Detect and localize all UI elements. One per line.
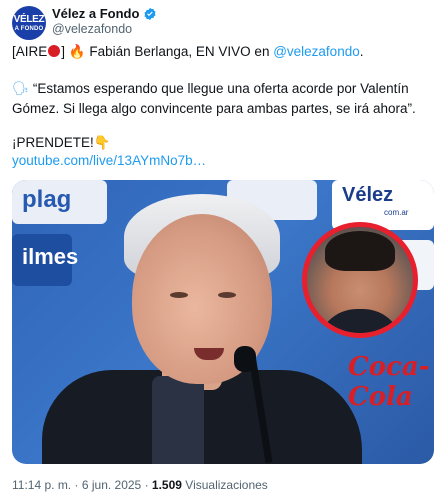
mention-link[interactable]: @velezafondo — [273, 44, 360, 59]
tweet-meta: 11:14 p. m. · 6 jun. 2025 · 1.509 Visual… — [12, 478, 268, 492]
pointing-hand-icon: 👇 — [93, 135, 111, 150]
tweet-time[interactable]: 11:14 p. m. — [12, 478, 71, 492]
views-label: Visualizaciones — [185, 478, 268, 492]
speaker-eye — [218, 292, 236, 298]
inset-player-hair — [325, 231, 395, 271]
aire-bracket: ] — [61, 44, 69, 59]
author-handle[interactable]: @velezafondo — [52, 22, 132, 36]
player-inset-photo — [302, 222, 418, 338]
meta-separator: · — [74, 478, 79, 492]
verified-badge-icon — [144, 7, 156, 20]
club-wordmark: Vélez — [342, 184, 394, 206]
tweet-quote: 🗣 “Estamos esperando que llegue una ofer… — [12, 79, 432, 119]
tweet-media-image[interactable]: plag ilmes Vélez com.ar Coca-Cola — [12, 180, 434, 464]
microphone-icon — [234, 346, 256, 372]
sponsor-text: plag — [22, 186, 72, 213]
author-display-name[interactable]: Vélez a Fondo — [52, 6, 139, 21]
tweet-cta: ¡PRENDETE!👇 — [12, 133, 432, 153]
avatar[interactable]: VÉLEZ A FONDO — [12, 6, 46, 40]
headline-text: Fabián Berlanga, EN VIVO en — [85, 44, 274, 59]
speaker-shirt — [152, 376, 204, 464]
tweet-card[interactable]: VÉLEZ A FONDO Vélez a Fondo @velezafondo… — [0, 0, 442, 500]
views-count: 1.509 — [151, 478, 182, 492]
aire-prefix: [AIRE — [12, 44, 48, 59]
speaking-head-icon: 🗣 — [12, 81, 30, 96]
quote-text: “Estamos esperando que llegue una oferta… — [12, 81, 416, 116]
sponsor-logo: Coca-Cola — [348, 352, 430, 412]
red-circle-icon — [48, 45, 61, 57]
club-domain: com.ar — [384, 208, 409, 217]
speaker-eye — [170, 292, 188, 298]
tweet-date[interactable]: 6 jun. 2025 — [82, 478, 141, 492]
meta-separator: · — [144, 478, 149, 492]
fire-icon: 🔥 — [68, 44, 86, 59]
avatar-text-line1: VÉLEZ — [13, 13, 45, 25]
cta-text: ¡PRENDETE! — [12, 135, 94, 150]
author-name-row: Vélez a Fondo — [52, 6, 157, 21]
tweet-link-line: youtube.com/live/13AYmNo7b… — [12, 151, 432, 171]
headline-suffix: . — [359, 44, 364, 59]
avatar-text-line2: A FONDO — [14, 25, 44, 32]
tweet-text-line1: [AIRE] 🔥 Fabián Berlanga, EN VIVO en @ve… — [12, 42, 432, 62]
sponsor-text: ilmes — [22, 244, 79, 269]
inset-player-shirt — [317, 309, 403, 333]
youtube-link[interactable]: youtube.com/live/13AYmNo7b… — [12, 153, 206, 168]
